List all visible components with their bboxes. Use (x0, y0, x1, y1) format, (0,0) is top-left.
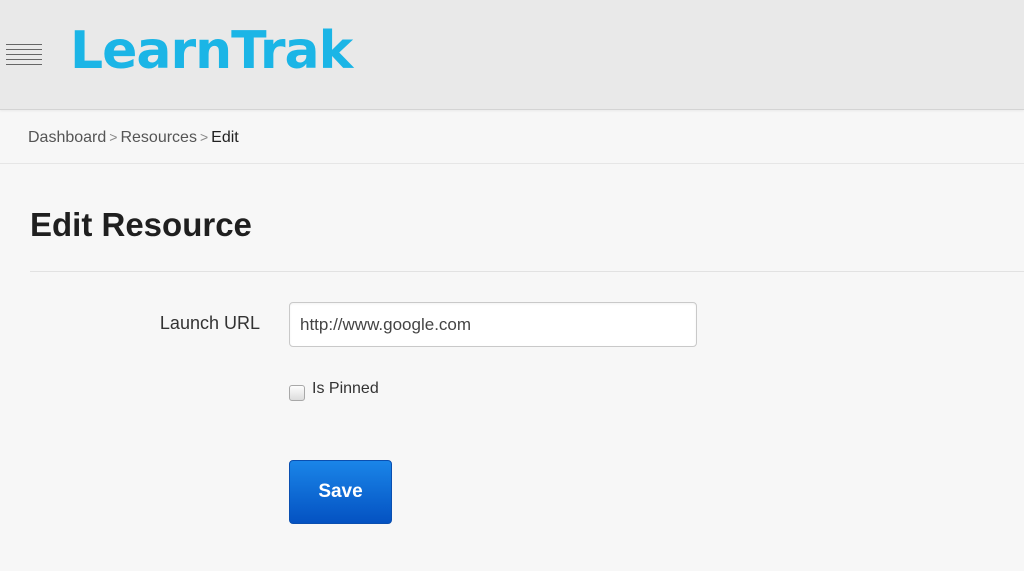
title-divider (30, 271, 1024, 272)
hamburger-menu-icon[interactable] (6, 42, 42, 66)
breadcrumb-separator: > (109, 129, 118, 145)
breadcrumb-separator: > (199, 129, 209, 145)
logo[interactable]: LearnTrak (70, 20, 353, 82)
page-title: Edit Resource (30, 206, 252, 243)
is-pinned-label[interactable]: Is Pinned (312, 380, 379, 398)
breadcrumb-resources[interactable]: Resources (120, 129, 196, 146)
breadcrumb-current: Edit (211, 129, 239, 146)
is-pinned-checkbox[interactable] (289, 385, 305, 401)
breadcrumb-dashboard[interactable]: Dashboard (28, 129, 106, 146)
breadcrumb: Dashboard > Resources > Edit (0, 111, 1024, 164)
app-header: LearnTrak (0, 0, 1024, 110)
launch-url-input[interactable] (289, 302, 697, 347)
save-button[interactable]: Save (289, 460, 392, 524)
launch-url-label: Launch URL (159, 313, 260, 333)
